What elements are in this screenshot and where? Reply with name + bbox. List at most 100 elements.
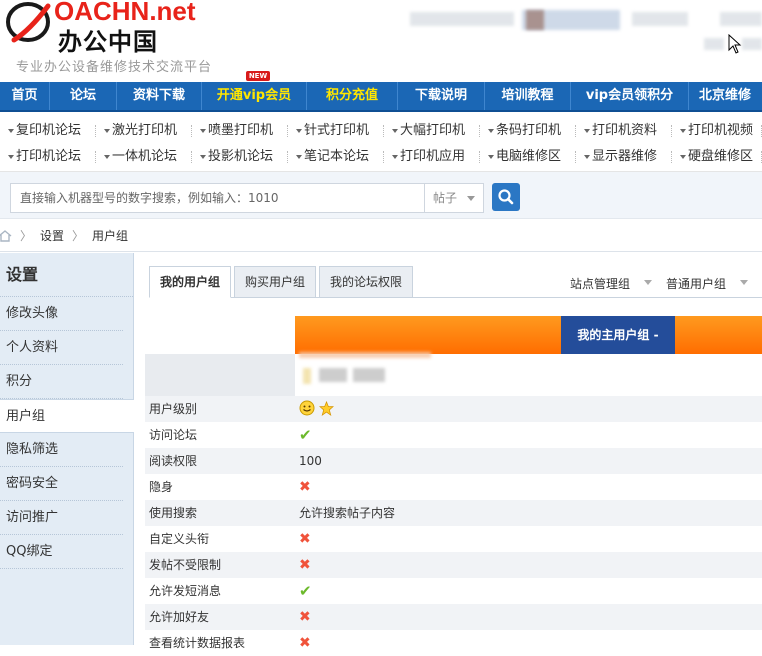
breadcrumb-separator: 〉 [20, 229, 33, 243]
sub-nav-item[interactable]: 打印机资料 [576, 118, 672, 144]
table-row: 发帖不受限制 ✖ [145, 552, 762, 578]
search-icon [498, 189, 514, 205]
sub-nav-item[interactable]: 打印机应用 [384, 144, 480, 170]
sub-nav-item[interactable]: 大幅打印机 [384, 118, 480, 144]
chevron-down-icon [467, 196, 475, 201]
permission-label: 查看统计数据报表 [149, 636, 246, 650]
table-row: 允许发短消息 ✔ [145, 578, 762, 604]
breadcrumb: 〉设置〉用户组 [0, 220, 762, 252]
permission-label: 隐身 [149, 480, 174, 494]
nav-item-home[interactable]: 首页 [0, 82, 50, 110]
blurred-user-info [526, 10, 544, 30]
permission-label: 访问论坛 [149, 428, 198, 442]
sub-nav-item[interactable]: 打印机视频 [672, 118, 762, 144]
cross-icon: ✖ [299, 635, 311, 651]
nav-item-recharge[interactable]: 积分充值 [307, 82, 398, 110]
home-icon[interactable] [0, 230, 12, 242]
mouse-cursor-icon [728, 34, 742, 54]
sidebar-item-qq[interactable]: QQ绑定 [0, 535, 123, 569]
sidebar-item-credits[interactable]: 积分 [0, 365, 123, 399]
nav-item-download[interactable]: 资料下载 [117, 82, 202, 110]
search-type-label: 帖子 [433, 191, 458, 205]
tab-my-usergroup[interactable]: 我的用户组 [149, 266, 232, 298]
permission-value [295, 396, 762, 422]
blurred-user-info [704, 38, 724, 50]
permission-value: ✖ [295, 552, 762, 578]
sidebar-item-avatar[interactable]: 修改头像 [0, 297, 123, 331]
sub-nav-item[interactable]: 针式打印机 [288, 118, 384, 144]
sub-nav-item[interactable]: 显示器维修 [576, 144, 672, 170]
main-nav: 首页 论坛 资料下载 开通vip会员 积分充值 下载说明 培训教程 vip会员领… [0, 82, 762, 112]
cross-icon: ✖ [299, 557, 311, 573]
breadcrumb-item-usergroup: 用户组 [92, 229, 129, 243]
cross-icon: ✖ [299, 479, 311, 495]
search-bar: 直接输入机器型号的数字搜索，例如输入：1010 帖子 [0, 172, 762, 219]
sidebar-item-profile[interactable]: 个人资料 [0, 331, 123, 365]
sidebar-item-usergroup[interactable]: 用户组 [0, 399, 134, 433]
sub-nav-item[interactable]: 喷墨打印机 [192, 118, 288, 144]
logo-swoosh-icon [6, 2, 51, 43]
permission-label: 允许发短消息 [149, 584, 222, 598]
dropdown-site-admin-group[interactable]: 站点管理组 [570, 275, 652, 292]
sub-nav-item[interactable]: 笔记本论坛 [288, 144, 384, 170]
search-type-select[interactable]: 帖子 [424, 183, 484, 213]
permission-label: 用户级别 [149, 402, 198, 416]
search-button[interactable] [492, 183, 520, 211]
permission-value: ✖ [295, 474, 762, 500]
nav-item-vip-points[interactable]: vip会员领积分 [571, 82, 689, 110]
table-row: 自定义头衔 ✖ [145, 526, 762, 552]
blurred-group-info [353, 368, 385, 382]
table-row: 用户级别 [145, 396, 762, 422]
dropdown-label: 普通用户组 [666, 277, 727, 291]
sub-nav-item[interactable]: 投影机论坛 [192, 144, 288, 170]
sub-nav-item[interactable]: 打印机论坛 [0, 144, 96, 170]
breadcrumb-separator: 〉 [72, 229, 85, 243]
cross-icon: ✖ [299, 609, 311, 625]
sub-nav-item[interactable]: 硬盘维修区 [672, 144, 762, 170]
sidebar-item-password[interactable]: 密码安全 [0, 467, 123, 501]
nav-item-vip[interactable]: 开通vip会员 [202, 82, 307, 110]
table-row: 查看统计数据报表 ✖ [145, 630, 762, 656]
permission-value: ✖ [295, 630, 762, 656]
sub-nav: 复印机论坛 激光打印机 喷墨打印机 针式打印机 大幅打印机 条码打印机 打印机资… [0, 114, 762, 172]
logo-text-cn[interactable]: 办公中国 [58, 22, 158, 57]
tab-buy-usergroup[interactable]: 购买用户组 [234, 266, 317, 298]
nav-item-forum[interactable]: 论坛 [50, 82, 117, 110]
permission-label: 使用搜索 [149, 506, 198, 520]
main-usergroup-title: 我的主用户组 - VIP1 [561, 316, 675, 380]
site-slogan: 专业办公设备维修技术交流平台 [16, 60, 213, 75]
blurred-group-info [303, 368, 311, 384]
sub-nav-item[interactable]: 条码打印机 [480, 118, 576, 144]
permission-label: 发帖不受限制 [149, 558, 222, 572]
blurred-user-info [720, 12, 762, 26]
search-input[interactable]: 直接输入机器型号的数字搜索，例如输入：1010 [10, 183, 424, 213]
tab-bar: 我的用户组 购买用户组 我的论坛权限 [149, 266, 416, 298]
table-row: 允许加好友 ✖ [145, 604, 762, 630]
main-content: 我的用户组 购买用户组 我的论坛权限 站点管理组 普通用户组 我的主用户组 - … [135, 253, 762, 656]
nav-item-beijing[interactable]: 北京维修 [689, 82, 762, 110]
sub-nav-item[interactable]: 复印机论坛 [0, 118, 96, 144]
permission-label: 自定义头衔 [149, 532, 210, 546]
sub-nav-item[interactable]: 一体机论坛 [96, 144, 192, 170]
sub-nav-item[interactable]: 激光打印机 [96, 118, 192, 144]
group-info-value [295, 352, 762, 396]
vip-group-bar [295, 316, 762, 354]
new-badge: NEW [246, 71, 270, 81]
table-row: 访问论坛 ✔ [145, 422, 762, 448]
permission-value: ✔ [295, 578, 762, 604]
group-info-row [145, 352, 762, 396]
nav-item-training[interactable]: 培训教程 [485, 82, 571, 110]
dropdown-normal-user-group[interactable]: 普通用户组 [666, 275, 748, 292]
tab-forum-permissions[interactable]: 我的论坛权限 [319, 266, 414, 298]
sidebar-item-promotion[interactable]: 访问推广 [0, 501, 123, 535]
table-row: 阅读权限 100 [145, 448, 762, 474]
table-row: 使用搜索 允许搜索帖子内容 [145, 500, 762, 526]
nav-item-download-help[interactable]: 下载说明 [398, 82, 485, 110]
sub-nav-row: 复印机论坛 激光打印机 喷墨打印机 针式打印机 大幅打印机 条码打印机 打印机资… [0, 118, 762, 144]
breadcrumb-item-settings[interactable]: 设置 [40, 229, 64, 243]
sidebar-item-privacy[interactable]: 隐私筛选 [0, 433, 123, 467]
sub-nav-item[interactable]: 电脑维修区 [480, 144, 576, 170]
blurred-user-info [410, 12, 514, 26]
chevron-down-icon [740, 280, 748, 285]
check-icon: ✔ [299, 426, 312, 444]
